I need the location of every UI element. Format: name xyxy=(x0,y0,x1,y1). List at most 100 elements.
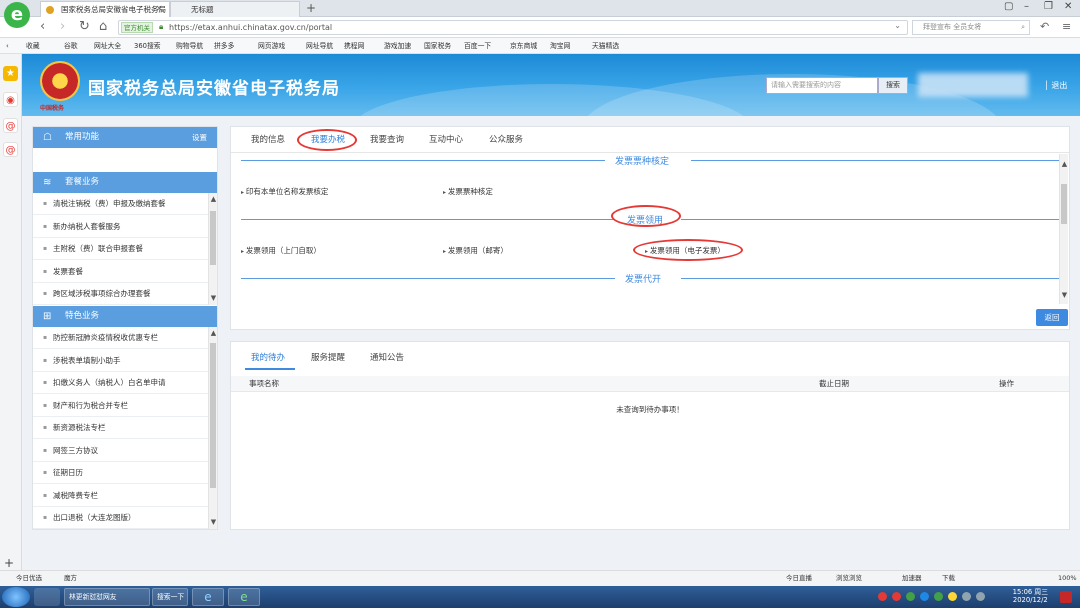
bookmarks-collapse-icon[interactable]: ‹ xyxy=(6,38,9,54)
sidebar-item[interactable]: 防控新冠肺炎疫情税收优惠专栏 xyxy=(33,327,208,349)
sidebar-item[interactable]: 出口退税（大连龙图版） xyxy=(33,507,208,529)
scroll-down-icon[interactable]: ▼ xyxy=(209,518,218,527)
bookmark-item[interactable]: 淘宝网 xyxy=(550,38,570,54)
link-invoice-mail[interactable]: 发票领用（邮寄） xyxy=(443,245,508,256)
zoom-level[interactable]: 100% xyxy=(1058,571,1077,586)
browse-link[interactable]: 浏览浏览 xyxy=(836,571,862,586)
tray-icon[interactable] xyxy=(906,592,915,601)
sidebar-item[interactable]: 财产和行为税合并专栏 xyxy=(33,395,208,417)
tab-untitled[interactable]: 无标题 xyxy=(170,1,300,17)
sidebar-item[interactable]: 主附税（费）联合申报套餐 xyxy=(33,238,208,260)
browser-search-input[interactable]: 拜登宣布 全员女将 ⌕ xyxy=(912,20,1030,35)
settings-link[interactable]: 设置 xyxy=(192,127,207,148)
sidebar-item[interactable]: 清税注销税（费）申报及缴纳套餐 xyxy=(33,193,208,215)
taskbar-item-search[interactable]: 搜索一下 xyxy=(152,588,188,606)
sidebar-item[interactable]: 新资源税法专栏 xyxy=(33,417,208,439)
start-button[interactable] xyxy=(2,587,30,607)
home-icon[interactable]: ⌂ xyxy=(99,19,107,35)
scroll-down-icon[interactable]: ▼ xyxy=(209,294,218,303)
taskbar-browser-icon[interactable]: e xyxy=(228,588,260,606)
skin-icon[interactable]: ▢ xyxy=(1004,1,1013,12)
scroll-up-icon[interactable]: ▲ xyxy=(209,195,218,204)
scroll-thumb[interactable] xyxy=(1061,184,1067,224)
tab-etax[interactable]: 国家税务总局安徽省电子税务局 × xyxy=(40,1,170,17)
notification-icon[interactable] xyxy=(1060,591,1072,603)
scroll-thumb[interactable] xyxy=(210,211,216,265)
back-icon[interactable]: ‹ xyxy=(40,19,45,35)
tab-service-reminder[interactable]: 服务提醒 xyxy=(311,351,345,363)
bookmark-item[interactable]: 天猫精选 xyxy=(592,38,619,54)
browser-logo-icon[interactable]: e xyxy=(4,2,30,28)
taskbar-app-icon[interactable] xyxy=(34,588,60,606)
weibo-icon[interactable]: ◉ xyxy=(3,92,18,107)
link-invoice-type-approval[interactable]: 发票票种核定 xyxy=(443,186,493,197)
tray-icon[interactable] xyxy=(948,592,957,601)
menu-icon[interactable]: ≡ xyxy=(1062,19,1071,35)
close-window-icon[interactable]: ✕ xyxy=(1064,1,1072,12)
taskbar-item-news[interactable]: 林更新怼怼网友 xyxy=(64,588,150,606)
magic-cube[interactable]: 魔方 xyxy=(64,571,77,586)
bookmark-item[interactable]: 谷歌 xyxy=(64,38,78,54)
star-icon[interactable]: ★ xyxy=(3,66,18,81)
link-invoice-pickup[interactable]: 发票领用（上门自取） xyxy=(241,245,321,256)
tab-public-service[interactable]: 公众服务 xyxy=(489,133,523,145)
site-search-input[interactable]: 请输入需要搜索的内容 xyxy=(766,77,878,94)
scroll-thumb[interactable] xyxy=(210,343,216,488)
scroll-down-icon[interactable]: ▼ xyxy=(1060,291,1069,300)
download-link[interactable]: 下载 xyxy=(942,571,955,586)
bookmark-item[interactable]: 购物导航 xyxy=(176,38,203,54)
package-scrollbar[interactable]: ▲ ▼ xyxy=(208,193,217,305)
scroll-up-icon[interactable]: ▲ xyxy=(209,329,218,338)
sidebar-item[interactable]: 发票套餐 xyxy=(33,261,208,283)
restore-icon[interactable]: ❐ xyxy=(1044,1,1053,12)
sidebar-item[interactable]: 涉税表单填制小助手 xyxy=(33,350,208,372)
bookmark-item[interactable]: 百度一下 xyxy=(464,38,491,54)
taskbar-ie-icon[interactable]: e xyxy=(192,588,224,606)
tray-icon[interactable] xyxy=(878,592,887,601)
bookmark-item[interactable]: 网址导航 xyxy=(306,38,333,54)
bookmark-item[interactable]: 360搜索 xyxy=(134,38,161,54)
tab-my-todo[interactable]: 我的待办 xyxy=(251,351,285,363)
minimize-icon[interactable]: – xyxy=(1024,1,1029,12)
sidebar-item[interactable]: 征期日历 xyxy=(33,462,208,484)
app-icon[interactable]: @ xyxy=(3,118,18,133)
link-company-invoice-approval[interactable]: 印有本单位名称发票核定 xyxy=(241,186,329,197)
bookmark-item[interactable]: 网页游戏 xyxy=(258,38,285,54)
bookmark-item[interactable]: 游戏加速 xyxy=(384,38,411,54)
sidebar-item[interactable]: 新办纳税人套餐服务 xyxy=(33,216,208,238)
bookmark-item[interactable]: 拼多多 xyxy=(214,38,234,54)
tray-icon[interactable] xyxy=(962,592,971,601)
search-icon[interactable]: ⌕ xyxy=(1021,21,1025,34)
tray-icon[interactable] xyxy=(892,592,901,601)
app2-icon[interactable]: @ xyxy=(3,142,18,157)
back-button[interactable]: 返回 xyxy=(1036,309,1068,326)
site-search-button[interactable]: 搜索 xyxy=(878,77,908,94)
sidebar-item[interactable]: 扣缴义务人（纳税人）白名单申请 xyxy=(33,372,208,394)
tab-query[interactable]: 我要查询 xyxy=(370,133,404,145)
forward-icon[interactable]: › xyxy=(60,19,65,35)
refresh-icon[interactable]: ↻ xyxy=(79,19,90,35)
tray-icon[interactable] xyxy=(934,592,943,601)
bookmark-item[interactable]: 国家税务 xyxy=(424,38,451,54)
sidebar-item[interactable]: 减税降费专栏 xyxy=(33,485,208,507)
undo-icon[interactable]: ↶ xyxy=(1040,19,1049,35)
bookmark-item[interactable]: 携程网 xyxy=(344,38,364,54)
special-scrollbar[interactable]: ▲ ▼ xyxy=(208,327,217,529)
tab-interaction[interactable]: 互动中心 xyxy=(429,133,463,145)
tab-notices[interactable]: 通知公告 xyxy=(370,351,404,363)
bookmark-item[interactable]: 京东商城 xyxy=(510,38,537,54)
bookmark-item[interactable]: 收藏 xyxy=(26,38,40,54)
tray-icon[interactable] xyxy=(920,592,929,601)
logout-link[interactable]: │ 退出 xyxy=(1044,80,1067,91)
scroll-up-icon[interactable]: ▲ xyxy=(1060,160,1069,169)
sidebar-item[interactable]: 网签三方协议 xyxy=(33,440,208,462)
main-scrollbar[interactable]: ▲ ▼ xyxy=(1059,154,1068,304)
url-input[interactable]: 官方机关 🔒︎ https://etax.anhui.chinatax.gov.… xyxy=(118,20,908,35)
today-picks[interactable]: 今日优选 xyxy=(16,571,42,586)
live-link[interactable]: 今日直播 xyxy=(786,571,812,586)
tab-my-info[interactable]: 我的信息 xyxy=(251,133,285,145)
accelerator-link[interactable]: 加速器 xyxy=(902,571,922,586)
add-icon[interactable]: + xyxy=(4,556,14,570)
system-clock[interactable]: 15:06 周三 2020/12/2 xyxy=(1013,588,1048,604)
tab-close-icon[interactable]: × xyxy=(155,2,163,17)
